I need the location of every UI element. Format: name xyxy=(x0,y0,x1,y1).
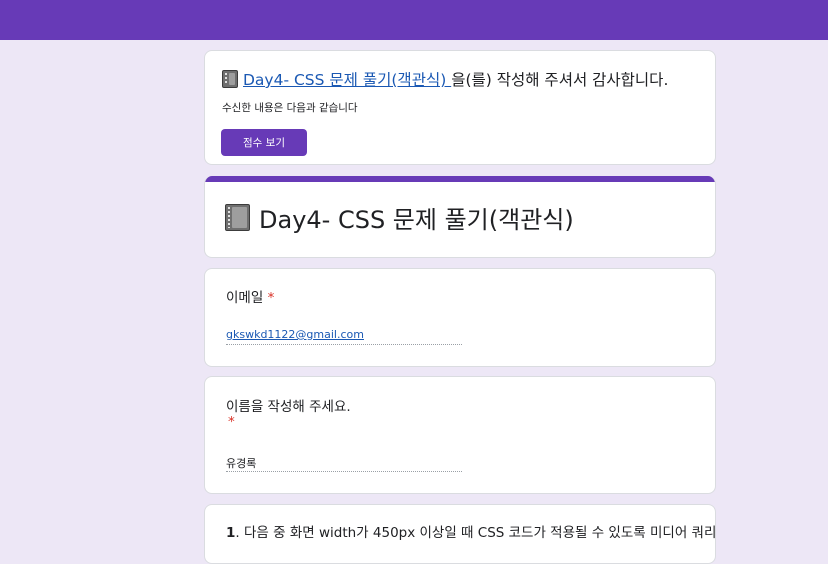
question-number: 1 xyxy=(226,525,236,541)
email-answer[interactable]: gkswkd1122@gmail.com xyxy=(226,325,462,345)
question-label: 이메일 * xyxy=(226,286,274,306)
notebook-icon xyxy=(225,204,250,231)
question-1-card: 1. 다음 중 화면 width가 450px 이상일 때 CSS 코드가 적용… xyxy=(204,504,716,564)
name-label: 이름을 작성해 주세요. xyxy=(226,399,351,415)
form-title: Day4- CSS 문제 풀기(객관식) xyxy=(259,206,574,234)
view-score-button[interactable]: 점수 보기 xyxy=(221,129,307,156)
confirmation-message: Day4- CSS 문제 풀기(객관식) 을(를) 작성해 주셔서 감사합니다. xyxy=(222,68,668,90)
name-answer[interactable]: 유경록 xyxy=(226,452,462,472)
notebook-icon xyxy=(222,70,238,88)
received-note: 수신한 내용은 다음과 같습니다 xyxy=(222,102,358,114)
required-mark: * xyxy=(267,290,275,306)
form-title-link[interactable]: Day4- CSS 문제 풀기(객관식) xyxy=(243,71,451,89)
name-question-card: 이름을 작성해 주세요. * 유경록 xyxy=(204,376,716,494)
form-title-card: Day4- CSS 문제 풀기(객관식) xyxy=(204,176,716,258)
required-mark: * xyxy=(228,414,235,430)
question-1-text: 1. 다음 중 화면 width가 450px 이상일 때 CSS 코드가 적용… xyxy=(226,521,716,541)
email-question-card: 이메일 * gkswkd1122@gmail.com xyxy=(204,268,716,367)
email-label: 이메일 xyxy=(226,290,264,306)
confirmation-card: Day4- CSS 문제 풀기(객관식) 을(를) 작성해 주셔서 감사합니다.… xyxy=(204,50,716,165)
thanks-text: 을(를) 작성해 주셔서 감사합니다. xyxy=(451,71,669,89)
question-1-body: . 다음 중 화면 width가 450px 이상일 때 CSS 코드가 적용될… xyxy=(235,525,717,541)
top-banner xyxy=(0,0,828,40)
title-accent-bar xyxy=(205,176,715,182)
